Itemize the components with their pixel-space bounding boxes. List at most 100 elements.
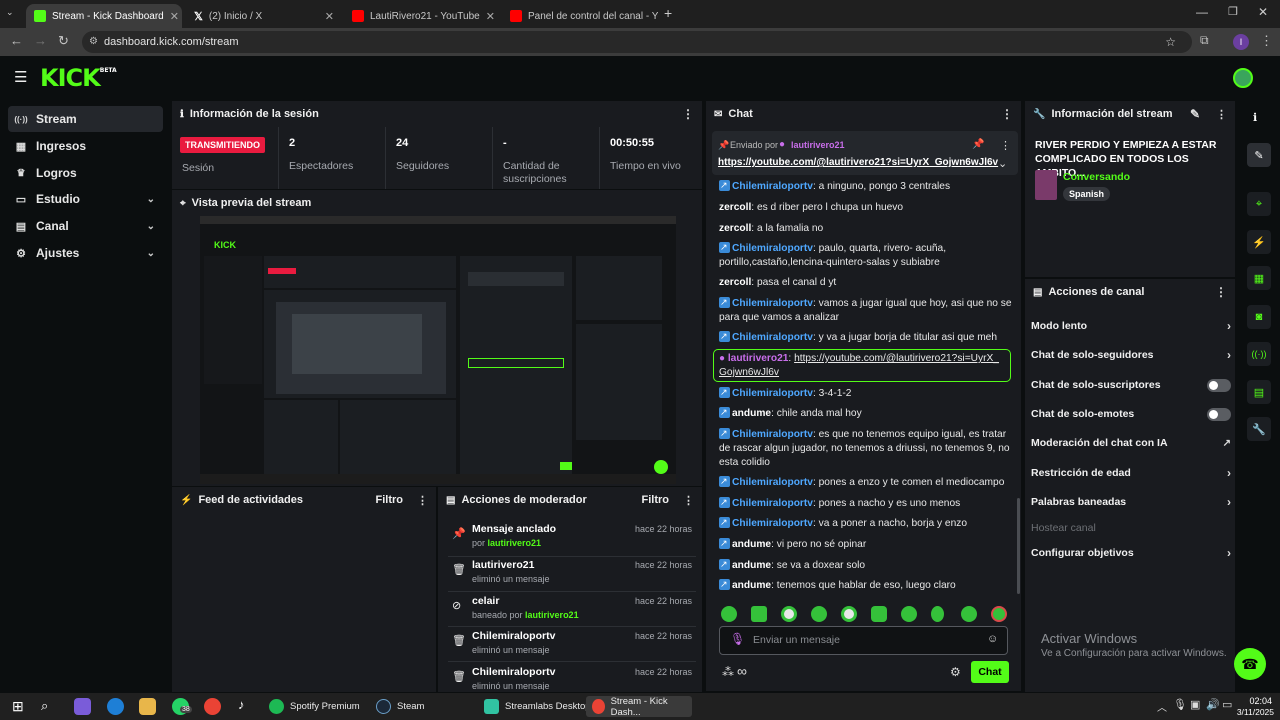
- user-avatar[interactable]: [1233, 68, 1253, 88]
- emoji-picker-icon[interactable]: ☺: [987, 633, 998, 645]
- emote-icon[interactable]: [781, 606, 797, 622]
- broadcast-icon[interactable]: ((·)): [1247, 342, 1271, 366]
- sidebar-item-ajustes[interactable]: ⚙ Ajustes ⌄: [8, 240, 163, 266]
- close-tab-icon[interactable]: ✕: [325, 10, 334, 23]
- tab-youtube-channel[interactable]: LautiRivero21 - YouTube ✕: [344, 4, 500, 28]
- search-icon[interactable]: ⌕: [41, 698, 48, 714]
- copilot-icon[interactable]: [74, 698, 91, 715]
- tab-kick-dashboard[interactable]: Stream - Kick Dashboard ✕: [26, 4, 182, 28]
- action-banned-words[interactable]: Palabras baneadas ›: [1031, 493, 1231, 511]
- taskbar-app-spotify[interactable]: Spotify Premium: [263, 696, 366, 717]
- edit-layout-icon[interactable]: ✎: [1247, 143, 1271, 167]
- chat-settings-icon[interactable]: ⚙: [950, 665, 961, 679]
- action-ai-moderation[interactable]: Moderación del chat con IA ↗: [1031, 434, 1231, 452]
- chat-username[interactable]: Chilemiraloportv: [732, 332, 813, 343]
- infinity-icon[interactable]: ∞: [737, 663, 747, 679]
- tab-search-icon[interactable]: ⌄: [6, 7, 14, 18]
- emote-icon[interactable]: [931, 606, 944, 622]
- forward-icon[interactable]: →: [34, 33, 47, 48]
- stream-category[interactable]: Conversando: [1063, 171, 1130, 183]
- help-chat-icon[interactable]: ☎: [1234, 648, 1266, 680]
- emote-icon[interactable]: [991, 606, 1007, 622]
- document-icon[interactable]: ▦: [1247, 266, 1271, 290]
- unpin-icon[interactable]: 📌: [972, 139, 984, 150]
- chat-username[interactable]: Chilemiraloportv: [732, 477, 813, 488]
- reload-icon[interactable]: ↻: [58, 33, 69, 49]
- clock-date[interactable]: 3/11/2025: [1232, 707, 1274, 717]
- send-chat-button[interactable]: Chat: [971, 661, 1009, 683]
- minimize-icon[interactable]: —: [1196, 5, 1208, 19]
- more-options-icon[interactable]: ⋮: [1001, 107, 1013, 121]
- edge-icon[interactable]: [107, 698, 124, 715]
- target-icon[interactable]: ⌖: [1247, 192, 1271, 216]
- network-icon[interactable]: ▣: [1190, 698, 1200, 711]
- chat-username[interactable]: Chilemiraloportv: [732, 298, 813, 309]
- chat-username[interactable]: andume: [732, 580, 771, 591]
- sidebar-item-stream[interactable]: ((·)) Stream: [8, 106, 163, 132]
- taskbar-app-streamlabs[interactable]: Streamlabs Desktop: [478, 696, 597, 717]
- mod-action-user[interactable]: lautirivero21: [488, 538, 542, 548]
- kick-logo[interactable]: KICKBETA: [40, 64, 117, 92]
- wrench-icon[interactable]: 🔧: [1247, 417, 1271, 441]
- chat-username[interactable]: andume: [732, 560, 771, 571]
- chat-username[interactable]: Chilemiraloportv: [732, 388, 813, 399]
- filter-button[interactable]: Filtro: [376, 494, 404, 506]
- lightning-icon[interactable]: ⚡: [1247, 230, 1271, 254]
- file-explorer-icon[interactable]: [139, 698, 156, 715]
- tray-chevron-up-icon[interactable]: ︿: [1157, 699, 1167, 714]
- emote-icon[interactable]: [721, 606, 737, 622]
- microphone-icon[interactable]: 🎙: [1173, 698, 1187, 711]
- chat-username[interactable]: andume: [732, 539, 771, 550]
- subscribers-only-toggle[interactable]: [1207, 378, 1231, 392]
- action-configure-goals[interactable]: Configurar objetivos ›: [1031, 544, 1231, 562]
- new-tab-icon[interactable]: +: [664, 5, 672, 21]
- more-options-icon[interactable]: ⋮: [417, 494, 428, 507]
- tab-x-home[interactable]: 𝕏 (2) Inicio / X ✕: [186, 4, 342, 28]
- sidebar-item-canal[interactable]: ▤ Canal ⌄: [8, 213, 163, 239]
- more-options-icon[interactable]: ⋮: [682, 107, 694, 121]
- battery-icon[interactable]: ▭: [1222, 698, 1232, 711]
- chat-scrollbar[interactable]: [1017, 498, 1020, 594]
- tab-youtube-studio[interactable]: Panel de control del canal - You ✕: [502, 4, 658, 28]
- more-options-icon[interactable]: ⋮: [1216, 108, 1227, 121]
- close-tab-icon[interactable]: ✕: [486, 10, 495, 23]
- chevron-down-icon[interactable]: ⌄: [998, 157, 1007, 170]
- chat-bubble-icon[interactable]: ◙: [1247, 305, 1271, 329]
- taskbar-app-steam[interactable]: Steam: [370, 696, 430, 717]
- browser-menu-icon[interactable]: ⋮: [1260, 33, 1273, 49]
- tiktok-icon[interactable]: ♪: [238, 697, 245, 712]
- moderator-icon[interactable]: ▤: [1247, 380, 1271, 404]
- volume-icon[interactable]: 🔊: [1206, 698, 1220, 711]
- action-age-restriction[interactable]: Restricción de edad ›: [1031, 464, 1231, 482]
- pinned-user[interactable]: lautirivero21: [791, 140, 845, 150]
- chat-username[interactable]: Chilemiraloportv: [732, 243, 813, 254]
- bookmark-star-icon[interactable]: ☆: [1165, 31, 1176, 53]
- filter-button[interactable]: Filtro: [642, 494, 670, 506]
- chat-username[interactable]: Chilemiraloportv: [732, 498, 813, 509]
- chat-username[interactable]: zercoll: [719, 202, 751, 213]
- chat-username[interactable]: zercoll: [719, 223, 751, 234]
- emote-icon[interactable]: [961, 606, 977, 622]
- emote-icon[interactable]: [841, 606, 857, 622]
- emote-icon[interactable]: [871, 606, 887, 622]
- emote-icon[interactable]: [751, 606, 767, 622]
- stream-preview-video[interactable]: KICK: [200, 216, 676, 484]
- info-icon[interactable]: ℹ: [1253, 111, 1257, 124]
- more-options-icon[interactable]: ⋮: [1215, 285, 1227, 299]
- chat-username[interactable]: Chilemiraloportv: [732, 518, 813, 529]
- community-icon[interactable]: ⁂: [722, 665, 734, 679]
- emotes-only-toggle[interactable]: [1207, 407, 1231, 421]
- close-window-icon[interactable]: ✕: [1258, 5, 1268, 19]
- back-icon[interactable]: ←: [10, 33, 23, 48]
- edit-pencil-icon[interactable]: ✎: [1190, 107, 1200, 121]
- clock-time[interactable]: 02:04: [1242, 696, 1272, 706]
- emote-icon[interactable]: [901, 606, 917, 622]
- chat-username[interactable]: Chilemiraloportv: [732, 181, 813, 192]
- sidebar-item-estudio[interactable]: ▭ Estudio ⌄: [8, 186, 163, 212]
- more-options-icon[interactable]: ⋮: [1000, 139, 1011, 152]
- chrome-icon[interactable]: [204, 698, 221, 715]
- action-followers-only[interactable]: Chat de solo-seguidores ›: [1031, 346, 1231, 364]
- site-info-icon[interactable]: ⚙: [89, 31, 98, 53]
- extensions-icon[interactable]: ⧉: [1200, 33, 1209, 48]
- pinned-link[interactable]: https://youtube.com/@lautirivero21?si=Uy…: [718, 157, 998, 168]
